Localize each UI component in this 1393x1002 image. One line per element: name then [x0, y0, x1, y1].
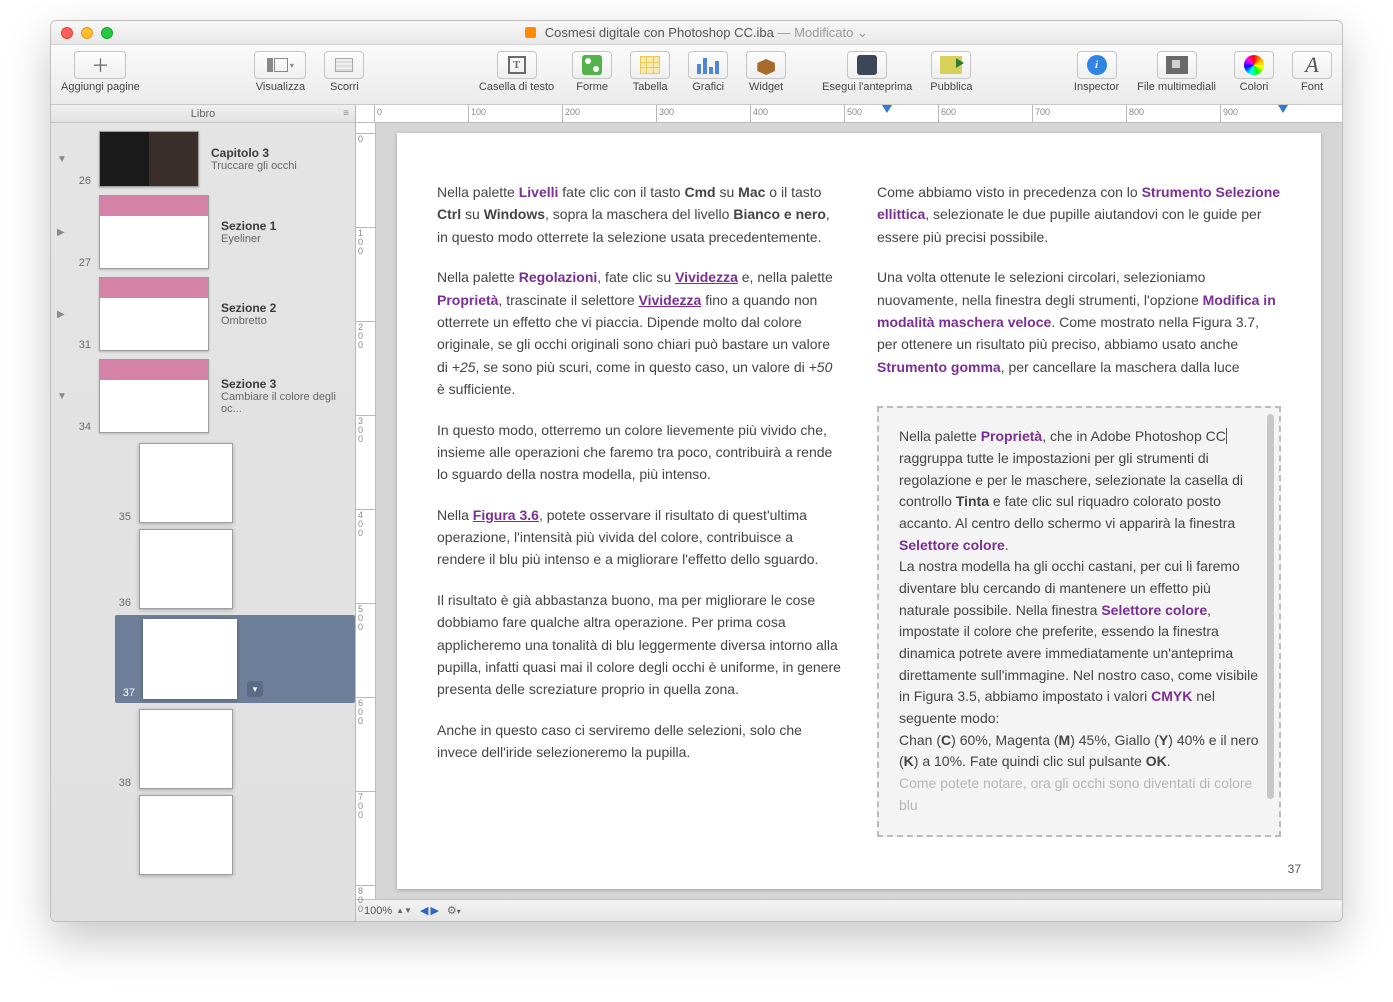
- font-button[interactable]: A Font: [1292, 51, 1332, 93]
- inspector-button[interactable]: i Inspector: [1074, 51, 1119, 93]
- statusbar: 100%▲▼ ◀ ▶ ⚙︎▾: [356, 899, 1342, 921]
- app-window: Cosmesi digitale con Photoshop CC.iba — …: [50, 20, 1343, 922]
- page-number-label: 37: [119, 687, 135, 699]
- body-text[interactable]: Come abbiamo visto in precedenza con lo …: [877, 181, 1281, 248]
- text-cursor: [1226, 428, 1227, 444]
- page-thumb[interactable]: [115, 795, 355, 875]
- body-text[interactable]: Nella palette Regolazioni, fate clic su …: [437, 266, 841, 400]
- page-number: 37: [1288, 860, 1301, 879]
- body-text[interactable]: Una volta ottenute le selezioni circolar…: [877, 266, 1281, 378]
- page-thumb[interactable]: 36: [115, 529, 355, 609]
- body-text[interactable]: Il risultato è già abbastanza buono, ma …: [437, 589, 841, 701]
- page-thumb[interactable]: 35: [115, 443, 355, 523]
- body-text[interactable]: Nella Figura 3.6, potete osservare il ri…: [437, 504, 841, 571]
- chapter-thumb: [99, 131, 199, 187]
- page-popup-icon[interactable]: ▾: [247, 681, 263, 697]
- body-text[interactable]: In questo modo, otterremo un colore liev…: [437, 419, 841, 486]
- section-item[interactable]: ▶ 27 Sezione 1 Eyeliner: [51, 191, 355, 273]
- scroll-button[interactable]: Scorri: [324, 51, 364, 93]
- widget-button[interactable]: Widget: [746, 51, 786, 93]
- media-button[interactable]: File multimediali: [1137, 51, 1216, 93]
- titlebar[interactable]: Cosmesi digitale con Photoshop CC.iba — …: [51, 21, 1342, 45]
- toolbar: ＋ Aggiungi pagine ▾ Visualizza Scorri T …: [51, 45, 1342, 105]
- horizontal-ruler[interactable]: 0100200300400500600700800900: [356, 105, 1342, 123]
- prev-page-button[interactable]: ◀: [420, 904, 428, 917]
- preview-button[interactable]: Esegui l'anteprima: [822, 51, 912, 93]
- window-title: Cosmesi digitale con Photoshop CC.iba — …: [51, 25, 1342, 41]
- page-number-label: 36: [115, 597, 131, 609]
- page-thumb-selected[interactable]: 37 ▾: [115, 615, 355, 703]
- page-number-label: 35: [115, 511, 131, 523]
- add-pages-button[interactable]: ＋ Aggiungi pagine: [61, 51, 140, 93]
- sidebar: Libro ≡ ▼ 26 Capitolo 3 Truccare gli occ…: [51, 105, 356, 921]
- canvas-area: 0100200300400500600700800900 01002003004…: [356, 105, 1342, 921]
- page-thumb[interactable]: 38: [115, 709, 355, 789]
- disclosure-triangle-icon[interactable]: ▼: [57, 391, 69, 402]
- chapter-item[interactable]: ▼ 26 Capitolo 3 Truccare gli occhi: [51, 127, 355, 191]
- view-button[interactable]: ▾ Visualizza: [254, 51, 306, 93]
- page-number-label: 38: [115, 777, 131, 789]
- body-text[interactable]: Anche in questo caso ci serviremo delle …: [437, 719, 841, 764]
- callout-box[interactable]: Nella palette Proprietà, che in Adobe Ph…: [877, 406, 1281, 836]
- next-page-button[interactable]: ▶: [430, 904, 438, 917]
- disclosure-triangle-icon[interactable]: ▶: [57, 309, 69, 320]
- section-thumb: [99, 195, 209, 269]
- column-left: Nella palette Livelli fate clic con il t…: [437, 181, 841, 837]
- document-icon: [525, 27, 536, 38]
- figure-link[interactable]: Figura 3.6: [473, 507, 539, 523]
- callout-scrollbar[interactable]: [1267, 414, 1274, 798]
- section-thumb: [99, 359, 209, 433]
- colors-button[interactable]: Colori: [1234, 51, 1274, 93]
- sidebar-header: Libro ≡: [51, 105, 355, 123]
- vertical-ruler[interactable]: 0100200300400500600700800: [356, 123, 376, 899]
- textbox-button[interactable]: T Casella di testo: [479, 51, 554, 93]
- section-item[interactable]: ▼ 34 Sezione 3 Cambiare il colore degli …: [51, 355, 355, 437]
- document-page[interactable]: Nella palette Livelli fate clic con il t…: [397, 133, 1321, 889]
- column-right: Come abbiamo visto in precedenza con lo …: [877, 181, 1281, 837]
- disclosure-triangle-icon[interactable]: ▶: [57, 227, 69, 238]
- section-item[interactable]: ▶ 31 Sezione 2 Ombretto: [51, 273, 355, 355]
- body-text[interactable]: Nella palette Livelli fate clic con il t…: [437, 181, 841, 248]
- section-thumb: [99, 277, 209, 351]
- disclosure-triangle-icon[interactable]: ▼: [57, 154, 69, 165]
- publish-button[interactable]: Pubblica: [930, 51, 972, 93]
- charts-button[interactable]: Grafici: [688, 51, 728, 93]
- chevron-down-icon[interactable]: ⌄: [857, 25, 868, 40]
- gear-icon[interactable]: ⚙︎▾: [447, 904, 461, 917]
- zoom-control[interactable]: 100%▲▼: [364, 905, 412, 917]
- sidebar-menu-icon[interactable]: ≡: [343, 108, 349, 119]
- shapes-button[interactable]: Forme: [572, 51, 612, 93]
- table-button[interactable]: Tabella: [630, 51, 670, 93]
